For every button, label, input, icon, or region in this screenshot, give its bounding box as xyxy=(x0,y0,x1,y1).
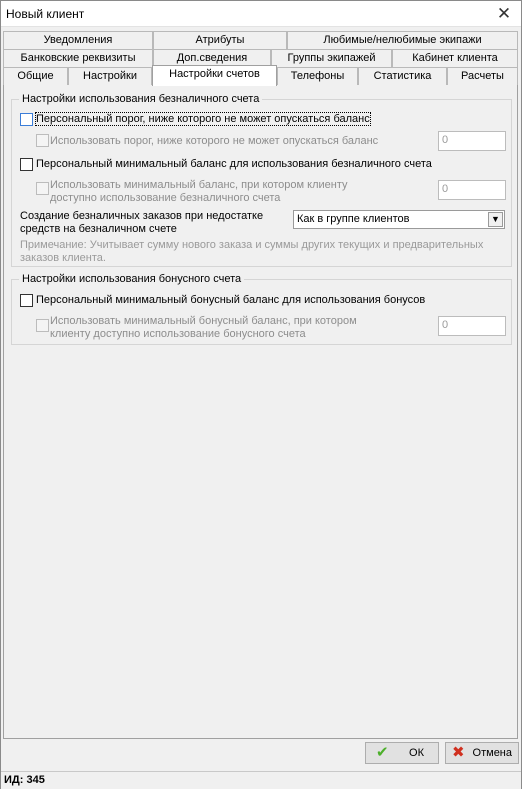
ok-button-label: ОК xyxy=(409,747,424,759)
tab-row-3: Общие Настройки Настройки счетов Телефон… xyxy=(3,65,518,86)
chevron-down-icon[interactable]: ▼ xyxy=(488,212,503,227)
tab-settings[interactable]: Настройки xyxy=(68,67,152,85)
orders-label-1: Создание безналичных заказов при недоста… xyxy=(20,210,264,222)
client-dialog-window: Новый клиент ✕ Уведомления Атрибуты Люби… xyxy=(0,0,522,789)
threshold-value-input[interactable]: 0 xyxy=(438,131,506,151)
cashless-settings-group: Настройки использования безналичного сче… xyxy=(11,93,512,267)
tab-bank-details[interactable]: Банковские реквизиты xyxy=(3,49,153,67)
min-balance-use-label-1: Использовать минимальный баланс, при кот… xyxy=(50,179,348,191)
min-balance-checkbox[interactable] xyxy=(20,158,33,171)
cancel-button-label: Отмена xyxy=(472,747,512,759)
cancel-button[interactable]: ✖ Отмена xyxy=(445,742,519,764)
threshold-checkbox[interactable] xyxy=(20,113,33,126)
tab-favorite-crews[interactable]: Любимые/нелюбимые экипажи xyxy=(287,31,518,49)
threshold-label: Персональный порог, ниже которого не мож… xyxy=(35,112,371,126)
min-bonus-checkbox[interactable] xyxy=(20,294,33,307)
title-bar: Новый клиент ✕ xyxy=(1,1,521,27)
ok-button[interactable]: ✔ ОК xyxy=(365,742,439,764)
min-bonus-use-label-2: клиенту доступно использование бонусного… xyxy=(50,328,306,340)
tab-crew-groups[interactable]: Группы экипажей xyxy=(271,49,392,67)
note-line-1: Примечание: Учитывает сумму нового заказ… xyxy=(20,239,484,251)
min-balance-label: Персональный минимальный баланс для испо… xyxy=(36,158,432,170)
tab-payments[interactable]: Расчеты xyxy=(447,67,518,85)
orders-select-value: Как в группе клиентов xyxy=(297,213,410,225)
tab-general[interactable]: Общие xyxy=(3,67,68,85)
tab-notifications[interactable]: Уведомления xyxy=(3,31,153,49)
tab-account-settings[interactable]: Настройки счетов xyxy=(152,65,277,86)
tab-client-cabinet[interactable]: Кабинет клиента xyxy=(392,49,518,67)
tab-row-1: Уведомления Атрибуты Любимые/нелюбимые э… xyxy=(3,31,518,49)
min-bonus-label: Персональный минимальный бонусный баланс… xyxy=(36,294,426,306)
note-line-2: заказов клиента. xyxy=(20,252,106,264)
client-id-text: ИД: 345 xyxy=(4,774,45,786)
cashless-group-title: Настройки использования безналичного сче… xyxy=(19,93,263,105)
orders-label-2: средств на безналичном счете xyxy=(20,223,177,235)
min-balance-value-input[interactable]: 0 xyxy=(438,180,506,200)
close-icon[interactable]: ✕ xyxy=(495,5,513,23)
status-bar: ИД: 345 xyxy=(1,771,521,789)
min-bonus-use-label-1: Использовать минимальный бонусный баланс… xyxy=(50,315,357,327)
tab-attributes[interactable]: Атрибуты xyxy=(153,31,287,49)
threshold-use-checkbox[interactable] xyxy=(36,134,49,147)
min-bonus-value-input[interactable]: 0 xyxy=(438,316,506,336)
threshold-use-label: Использовать порог, ниже которого не мож… xyxy=(50,135,379,147)
bonus-settings-group: Настройки использования бонусного счета … xyxy=(11,273,512,345)
bonus-group-title: Настройки использования бонусного счета xyxy=(19,273,245,285)
min-bonus-use-checkbox[interactable] xyxy=(36,319,49,332)
tab-statistics[interactable]: Статистика xyxy=(358,67,447,85)
window-title: Новый клиент xyxy=(6,7,85,21)
orders-select[interactable]: Как в группе клиентов ▼ xyxy=(293,210,505,229)
min-balance-use-checkbox[interactable] xyxy=(36,182,49,195)
account-settings-page: Настройки использования безналичного сче… xyxy=(3,84,518,739)
min-balance-use-label-2: доступно использование безналичного счет… xyxy=(50,192,281,204)
tab-phones[interactable]: Телефоны xyxy=(277,67,358,85)
